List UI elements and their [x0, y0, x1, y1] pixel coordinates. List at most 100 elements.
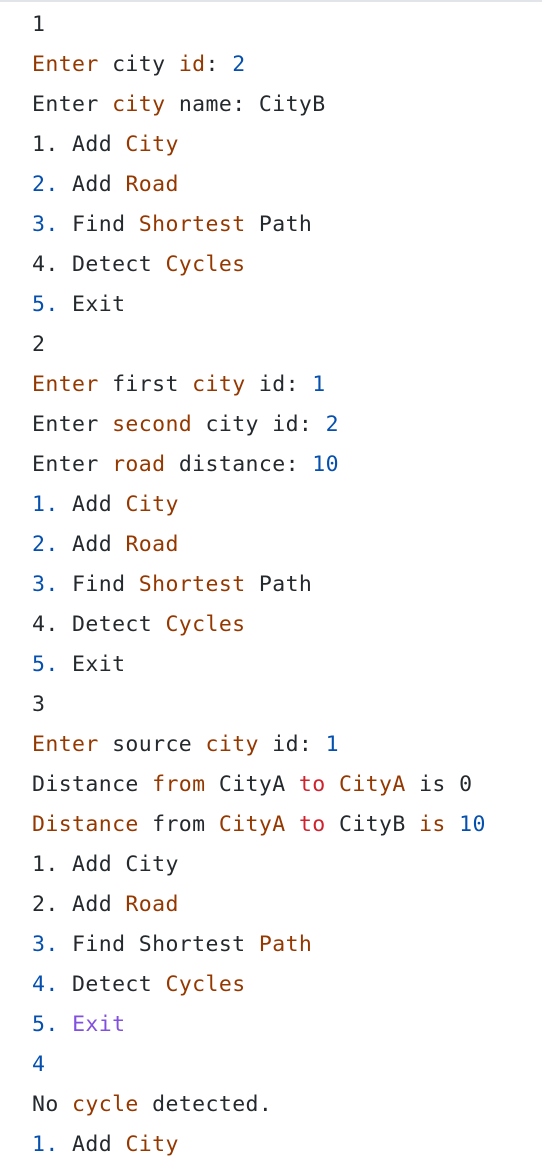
console-line: Enter city name: CityB [32, 85, 486, 125]
console-token: to [298, 812, 326, 837]
console-token: Enter [32, 452, 113, 477]
console-token: : [205, 52, 233, 77]
console-token: Shortest [138, 212, 246, 237]
console-line: 3 [32, 685, 486, 725]
console-token: 2 [32, 332, 46, 357]
console-line: 1 [32, 5, 486, 45]
console-line: 1. Add City [32, 1125, 486, 1165]
console-token: detected. [138, 1092, 273, 1117]
console-line: Enter first city id: 1 [32, 365, 486, 405]
console-token: 4. Detect [32, 612, 166, 637]
console-line: No cycle detected. [32, 1085, 486, 1125]
console-token: city [98, 52, 179, 77]
console-line: 4 [32, 1045, 486, 1085]
console-token [446, 812, 459, 837]
console-token: City [125, 492, 179, 517]
console-line: 2 [32, 325, 486, 365]
console-token: Path [258, 932, 313, 957]
console-token: 10 [459, 812, 486, 837]
console-token: 1. [32, 1132, 59, 1157]
console-token: Enter [32, 412, 113, 437]
console-token: Path [245, 572, 313, 597]
console-token: source [98, 732, 206, 757]
console-token: 1. Add [32, 132, 126, 157]
console-token: Find [58, 212, 139, 237]
console-token: cycle [72, 1092, 139, 1117]
console-output: 1 Enter city id: 2 Enter city name: CityB 1… [32, 5, 486, 1165]
console-line: 5. Exit [32, 645, 486, 685]
console-token: is 0 [405, 772, 473, 797]
console-token: is [419, 812, 446, 837]
console-token: Add [58, 532, 126, 557]
console-token: Find Shortest [58, 932, 259, 957]
console-token: Distance [32, 772, 153, 797]
console-token: 3. [32, 572, 59, 597]
console-line: 3. Find Shortest Path [32, 925, 486, 965]
console-token: 2. [32, 172, 59, 197]
console-token: 1. Add City [32, 852, 179, 877]
console-token: Exit [58, 292, 126, 317]
console-token: second [112, 412, 193, 437]
console-line: 2. Add Road [32, 885, 486, 925]
console-token: 2. [32, 532, 59, 557]
console-token [59, 1012, 72, 1037]
console-token: city [112, 92, 166, 117]
console-line: Enter second city id: 2 [32, 405, 486, 445]
console-token: from [138, 812, 219, 837]
console-token: 1 [325, 732, 339, 757]
console-line: 4. Detect Cycles [32, 245, 486, 285]
console-token: Distance [32, 812, 139, 837]
console-line: 4. Detect Cycles [32, 965, 486, 1005]
console-line: Enter road distance: 10 [32, 445, 486, 485]
console-line: Distance from CityA to CityB is 10 [32, 805, 486, 845]
console-token: Shortest [138, 572, 246, 597]
console-token: city [192, 372, 246, 397]
console-token: Enter [32, 52, 99, 77]
console-token: Add [58, 172, 126, 197]
console-line: Enter city id: 2 [32, 45, 486, 85]
console-line: 4. Detect Cycles [32, 605, 486, 645]
console-token: road [112, 452, 166, 477]
console-token: CityA [338, 772, 406, 797]
console-line: Enter source city id: 1 [32, 725, 486, 765]
console-token: CityA [218, 812, 286, 837]
console-token: CityA [205, 772, 299, 797]
console-token: Enter [32, 92, 113, 117]
console-token: 1. [32, 492, 59, 517]
console-line: 3. Find Shortest Path [32, 205, 486, 245]
console-token: 1 [32, 12, 46, 37]
console-token: 1 [312, 372, 326, 397]
console-token: Cycles [165, 612, 246, 637]
console-token: id: [245, 372, 313, 397]
console-token: 2 [232, 52, 246, 77]
console-line: 1. Add City [32, 125, 486, 165]
console-token: first [98, 372, 193, 397]
console-token: 3 [32, 692, 46, 717]
top-divider [0, 0, 542, 2]
console-token: to [298, 772, 326, 797]
console-token: Find [58, 572, 139, 597]
console-token: Road [125, 892, 179, 917]
console-token: from [152, 772, 206, 797]
console-token: 10 [312, 452, 339, 477]
console-token: 5. [32, 292, 59, 317]
console-token: 4. Detect [32, 252, 166, 277]
console-token: City [125, 1132, 179, 1157]
console-token: City [125, 132, 179, 157]
console-token: CityB [325, 812, 420, 837]
console-line: 2. Add Road [32, 525, 486, 565]
console-token [286, 812, 299, 837]
console-token: distance: [165, 452, 313, 477]
console-token: No [32, 1092, 73, 1117]
console-line: 1. Add City [32, 845, 486, 885]
console-token: 5. [32, 1012, 59, 1037]
console-token: 4 [32, 1052, 46, 1077]
console-token: name: CityB [165, 92, 326, 117]
console-token: Enter [32, 732, 99, 757]
console-token [326, 772, 339, 797]
console-token: Path [245, 212, 313, 237]
console-token: id [178, 52, 206, 77]
console-token: id: [258, 732, 326, 757]
console-token: Add [58, 492, 126, 517]
console-line: 5. Exit [32, 285, 486, 325]
